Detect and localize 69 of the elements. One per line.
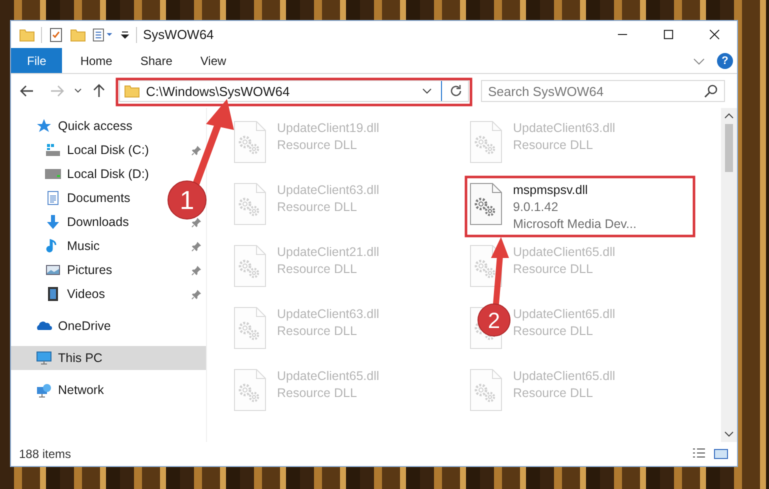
- item-count: 188 items: [19, 447, 72, 461]
- computer-icon: [36, 350, 52, 366]
- step-badge: 1: [168, 180, 206, 220]
- file-detail: Resource DLL: [513, 323, 594, 340]
- system-drive-icon: [45, 142, 61, 158]
- file-detail: Resource DLL: [277, 137, 358, 154]
- search-icon: [703, 83, 719, 99]
- gear-file-icon: [233, 368, 267, 412]
- customize-caret-icon[interactable]: [120, 30, 130, 40]
- file-name[interactable]: mspmspsv.dll: [513, 182, 636, 199]
- documents-icon: [45, 190, 61, 206]
- gear-file-icon: [469, 368, 503, 412]
- gear-file-icon: [233, 182, 267, 226]
- file-description: Microsoft Media Dev...: [513, 216, 636, 233]
- sidebar-item[interactable]: OneDrive: [58, 319, 111, 333]
- gear-file-icon: [469, 120, 503, 164]
- close-icon: [708, 29, 720, 40]
- videos-icon: [45, 286, 61, 302]
- search-field[interactable]: Search SysWOW64: [481, 80, 725, 102]
- ribbon-tab[interactable]: Share: [126, 48, 186, 73]
- star-icon: [36, 118, 52, 134]
- properties-icon[interactable]: [48, 26, 64, 42]
- pointer-arrow: [491, 237, 509, 307]
- gear-file-icon: [233, 306, 267, 350]
- sidebar-item[interactable]: Documents: [67, 191, 130, 205]
- gear-file-icon: [469, 244, 503, 288]
- file-detail: Resource DLL: [277, 323, 358, 340]
- gear-file-icon: [233, 244, 267, 288]
- maximize-icon: [662, 29, 674, 40]
- ribbon-tab[interactable]: Home: [66, 48, 126, 73]
- folder-icon: [124, 83, 140, 99]
- back-icon[interactable]: [19, 83, 35, 99]
- sidebar-item[interactable]: Network: [58, 383, 104, 397]
- sidebar-item[interactable]: Music: [67, 239, 100, 253]
- file-detail: Resource DLL: [513, 261, 594, 278]
- scroll-up-icon[interactable]: [724, 112, 734, 120]
- file-detail: Resource DLL: [277, 385, 358, 402]
- address-path: C:\Windows\SysWOW64: [146, 84, 291, 98]
- window-title: SysWOW64: [143, 27, 214, 42]
- file-detail: Resource DLL: [513, 385, 594, 402]
- up-icon[interactable]: [91, 83, 107, 99]
- sidebar-item[interactable]: Pictures: [67, 263, 112, 277]
- drive-icon: [45, 166, 61, 182]
- file-detail: Resource DLL: [513, 137, 594, 154]
- sidebar-item[interactable]: Videos: [67, 287, 105, 301]
- scrollbar[interactable]: [721, 108, 737, 442]
- gear-file-icon: [233, 120, 267, 164]
- sidebar-item[interactable]: Local Disk (C:): [67, 143, 149, 157]
- view-options-icon[interactable]: [92, 26, 114, 42]
- network-icon: [36, 382, 52, 398]
- help-button[interactable]: ?: [717, 52, 733, 68]
- sidebar-item[interactable]: This PC: [58, 351, 102, 365]
- thumbnail-view-icon[interactable]: [713, 446, 729, 462]
- sidebar-item[interactable]: Quick access: [58, 119, 132, 133]
- refresh-icon[interactable]: [448, 83, 464, 99]
- file-detail: 9.0.1.42: [513, 199, 560, 216]
- sidebar-item[interactable]: Downloads: [67, 215, 129, 229]
- pictures-icon: [45, 262, 61, 278]
- file-detail: Resource DLL: [277, 261, 358, 278]
- downloads-icon: [45, 214, 61, 230]
- step-badge: 2: [478, 304, 510, 336]
- gear-file-icon: [469, 182, 503, 226]
- ribbon-tab[interactable]: File: [11, 48, 62, 73]
- scroll-down-icon[interactable]: [724, 430, 734, 438]
- ribbon-tab[interactable]: View: [186, 48, 240, 73]
- address-bar[interactable]: C:\Windows\SysWOW64: [119, 80, 469, 102]
- file-detail: Resource DLL: [277, 199, 358, 216]
- scrollbar-thumb[interactable]: [725, 124, 733, 172]
- sidebar-item[interactable]: Local Disk (D:): [67, 167, 149, 181]
